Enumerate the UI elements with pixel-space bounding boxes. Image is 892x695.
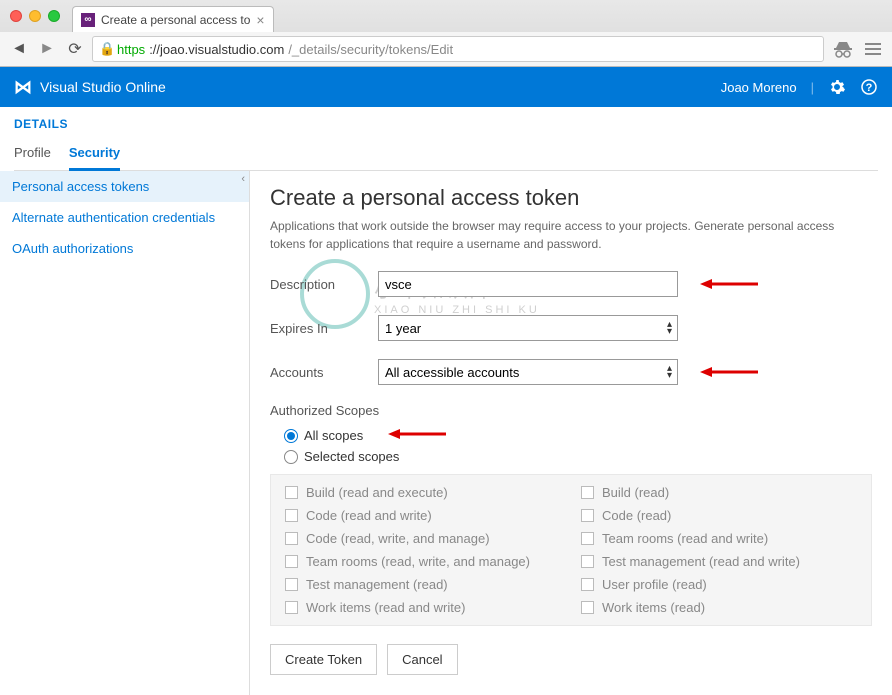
radio-label: Selected scopes (304, 449, 399, 464)
scope-item: Code (read) (581, 508, 857, 523)
sidebar: ‹ Personal access tokens Alternate authe… (0, 171, 250, 695)
scope-label: Test management (read and write) (602, 554, 800, 569)
vso-logo-icon: ⋈ (14, 77, 32, 98)
collapse-sidebar-icon[interactable]: ‹ (241, 173, 245, 185)
radio-icon (284, 450, 298, 464)
help-icon[interactable]: ? (860, 78, 878, 96)
radio-selected-scopes[interactable]: Selected scopes (270, 449, 872, 464)
radio-label: All scopes (304, 428, 363, 443)
tab-title: Create a personal access to (101, 13, 250, 27)
url-path: /_details/security/tokens/Edit (288, 42, 453, 57)
scope-label: Team rooms (read and write) (602, 531, 768, 546)
accounts-select[interactable]: All accessible accounts (378, 359, 678, 385)
scope-item: Team rooms (read and write) (581, 531, 857, 546)
brand[interactable]: ⋈ Visual Studio Online (14, 77, 166, 98)
scope-label: Build (read) (602, 485, 669, 500)
maximize-window-icon[interactable] (48, 10, 60, 22)
radio-all-scopes[interactable]: All scopes (270, 428, 872, 443)
scope-item: Team rooms (read, write, and manage) (285, 554, 561, 569)
browser-chrome: Create a personal access to × ◄ ► ⟳ 🔒 ht… (0, 0, 892, 67)
checkbox-icon (285, 601, 298, 614)
scope-item: Build (read) (581, 485, 857, 500)
main-content: Create a personal access token Applicati… (250, 171, 892, 695)
tab-close-icon[interactable]: × (256, 12, 264, 28)
scope-item: Work items (read and write) (285, 600, 561, 615)
incognito-icon (830, 36, 856, 62)
reload-button[interactable]: ⟳ (64, 38, 86, 60)
svg-text:?: ? (866, 82, 873, 94)
divider: | (811, 80, 814, 95)
annotation-arrow-icon (700, 364, 760, 380)
scopes-box: Build (read and execute) Build (read) Code… (270, 474, 872, 626)
checkbox-icon (285, 555, 298, 568)
close-window-icon[interactable] (10, 10, 22, 22)
tab-security[interactable]: Security (69, 139, 120, 171)
scope-item: Test management (read) (285, 577, 561, 592)
scope-label: Team rooms (read, write, and manage) (306, 554, 530, 569)
user-name[interactable]: Joao Moreno (721, 80, 797, 95)
url-bar[interactable]: 🔒 https ://joao.visualstudio.com /_details… (92, 36, 824, 62)
checkbox-icon (285, 486, 298, 499)
url-host: ://joao.visualstudio.com (149, 42, 284, 57)
scope-label: Test management (read) (306, 577, 448, 592)
favicon-icon (81, 13, 95, 27)
description-input[interactable] (378, 271, 678, 297)
app-header: ⋈ Visual Studio Online Joao Moreno | ? (0, 67, 892, 107)
scope-label: Work items (read and write) (306, 600, 465, 615)
scope-item: User profile (read) (581, 577, 857, 592)
annotation-arrow-icon (700, 276, 760, 292)
sidebar-item-pat[interactable]: Personal access tokens (0, 171, 249, 202)
scopes-title: Authorized Scopes (270, 403, 872, 418)
browser-nav-bar: ◄ ► ⟳ 🔒 https ://joao.visualstudio.com /_d… (0, 32, 892, 66)
brand-text: Visual Studio Online (40, 79, 166, 95)
scope-item: Code (read, write, and manage) (285, 531, 561, 546)
browser-menu-button[interactable] (862, 38, 884, 60)
checkbox-icon (581, 601, 594, 614)
sidebar-item-oauth[interactable]: OAuth authorizations (0, 233, 249, 264)
browser-tab[interactable]: Create a personal access to × (72, 6, 274, 32)
create-token-button[interactable]: Create Token (270, 644, 377, 675)
minimize-window-icon[interactable] (29, 10, 41, 22)
scope-label: Code (read and write) (306, 508, 432, 523)
details-title: DETAILS (14, 117, 878, 131)
lock-icon: 🔒 (99, 41, 113, 57)
accounts-label: Accounts (270, 365, 378, 380)
checkbox-icon (285, 578, 298, 591)
checkbox-icon (581, 509, 594, 522)
scope-item: Build (read and execute) (285, 485, 561, 500)
scope-label: Code (read) (602, 508, 671, 523)
checkbox-icon (285, 532, 298, 545)
scope-item: Work items (read) (581, 600, 857, 615)
checkbox-icon (581, 486, 594, 499)
sidebar-item-alt-auth[interactable]: Alternate authentication credentials (0, 202, 249, 233)
hamburger-icon (865, 43, 881, 55)
expires-label: Expires In (270, 321, 378, 336)
page-heading: Create a personal access token (270, 185, 872, 211)
window-controls (10, 10, 60, 22)
expires-select[interactable]: 1 year (378, 315, 678, 341)
description-label: Description (270, 277, 378, 292)
url-protocol: https (117, 42, 145, 57)
gear-icon[interactable] (828, 78, 846, 96)
checkbox-icon (581, 532, 594, 545)
checkbox-icon (581, 555, 594, 568)
scope-label: Work items (read) (602, 600, 705, 615)
details-tabs: Profile Security (14, 139, 878, 171)
details-header: DETAILS Profile Security (0, 107, 892, 171)
scope-label: Code (read, write, and manage) (306, 531, 490, 546)
scope-label: User profile (read) (602, 577, 707, 592)
cancel-button[interactable]: Cancel (387, 644, 457, 675)
scope-item: Code (read and write) (285, 508, 561, 523)
scope-item: Test management (read and write) (581, 554, 857, 569)
browser-tab-bar: Create a personal access to × (0, 0, 892, 32)
forward-button: ► (36, 38, 58, 60)
checkbox-icon (581, 578, 594, 591)
radio-icon (284, 429, 298, 443)
annotation-arrow-icon (388, 426, 448, 445)
page-subtitle: Applications that work outside the brows… (270, 217, 872, 253)
tab-profile[interactable]: Profile (14, 139, 51, 170)
back-button[interactable]: ◄ (8, 38, 30, 60)
checkbox-icon (285, 509, 298, 522)
scope-label: Build (read and execute) (306, 485, 448, 500)
